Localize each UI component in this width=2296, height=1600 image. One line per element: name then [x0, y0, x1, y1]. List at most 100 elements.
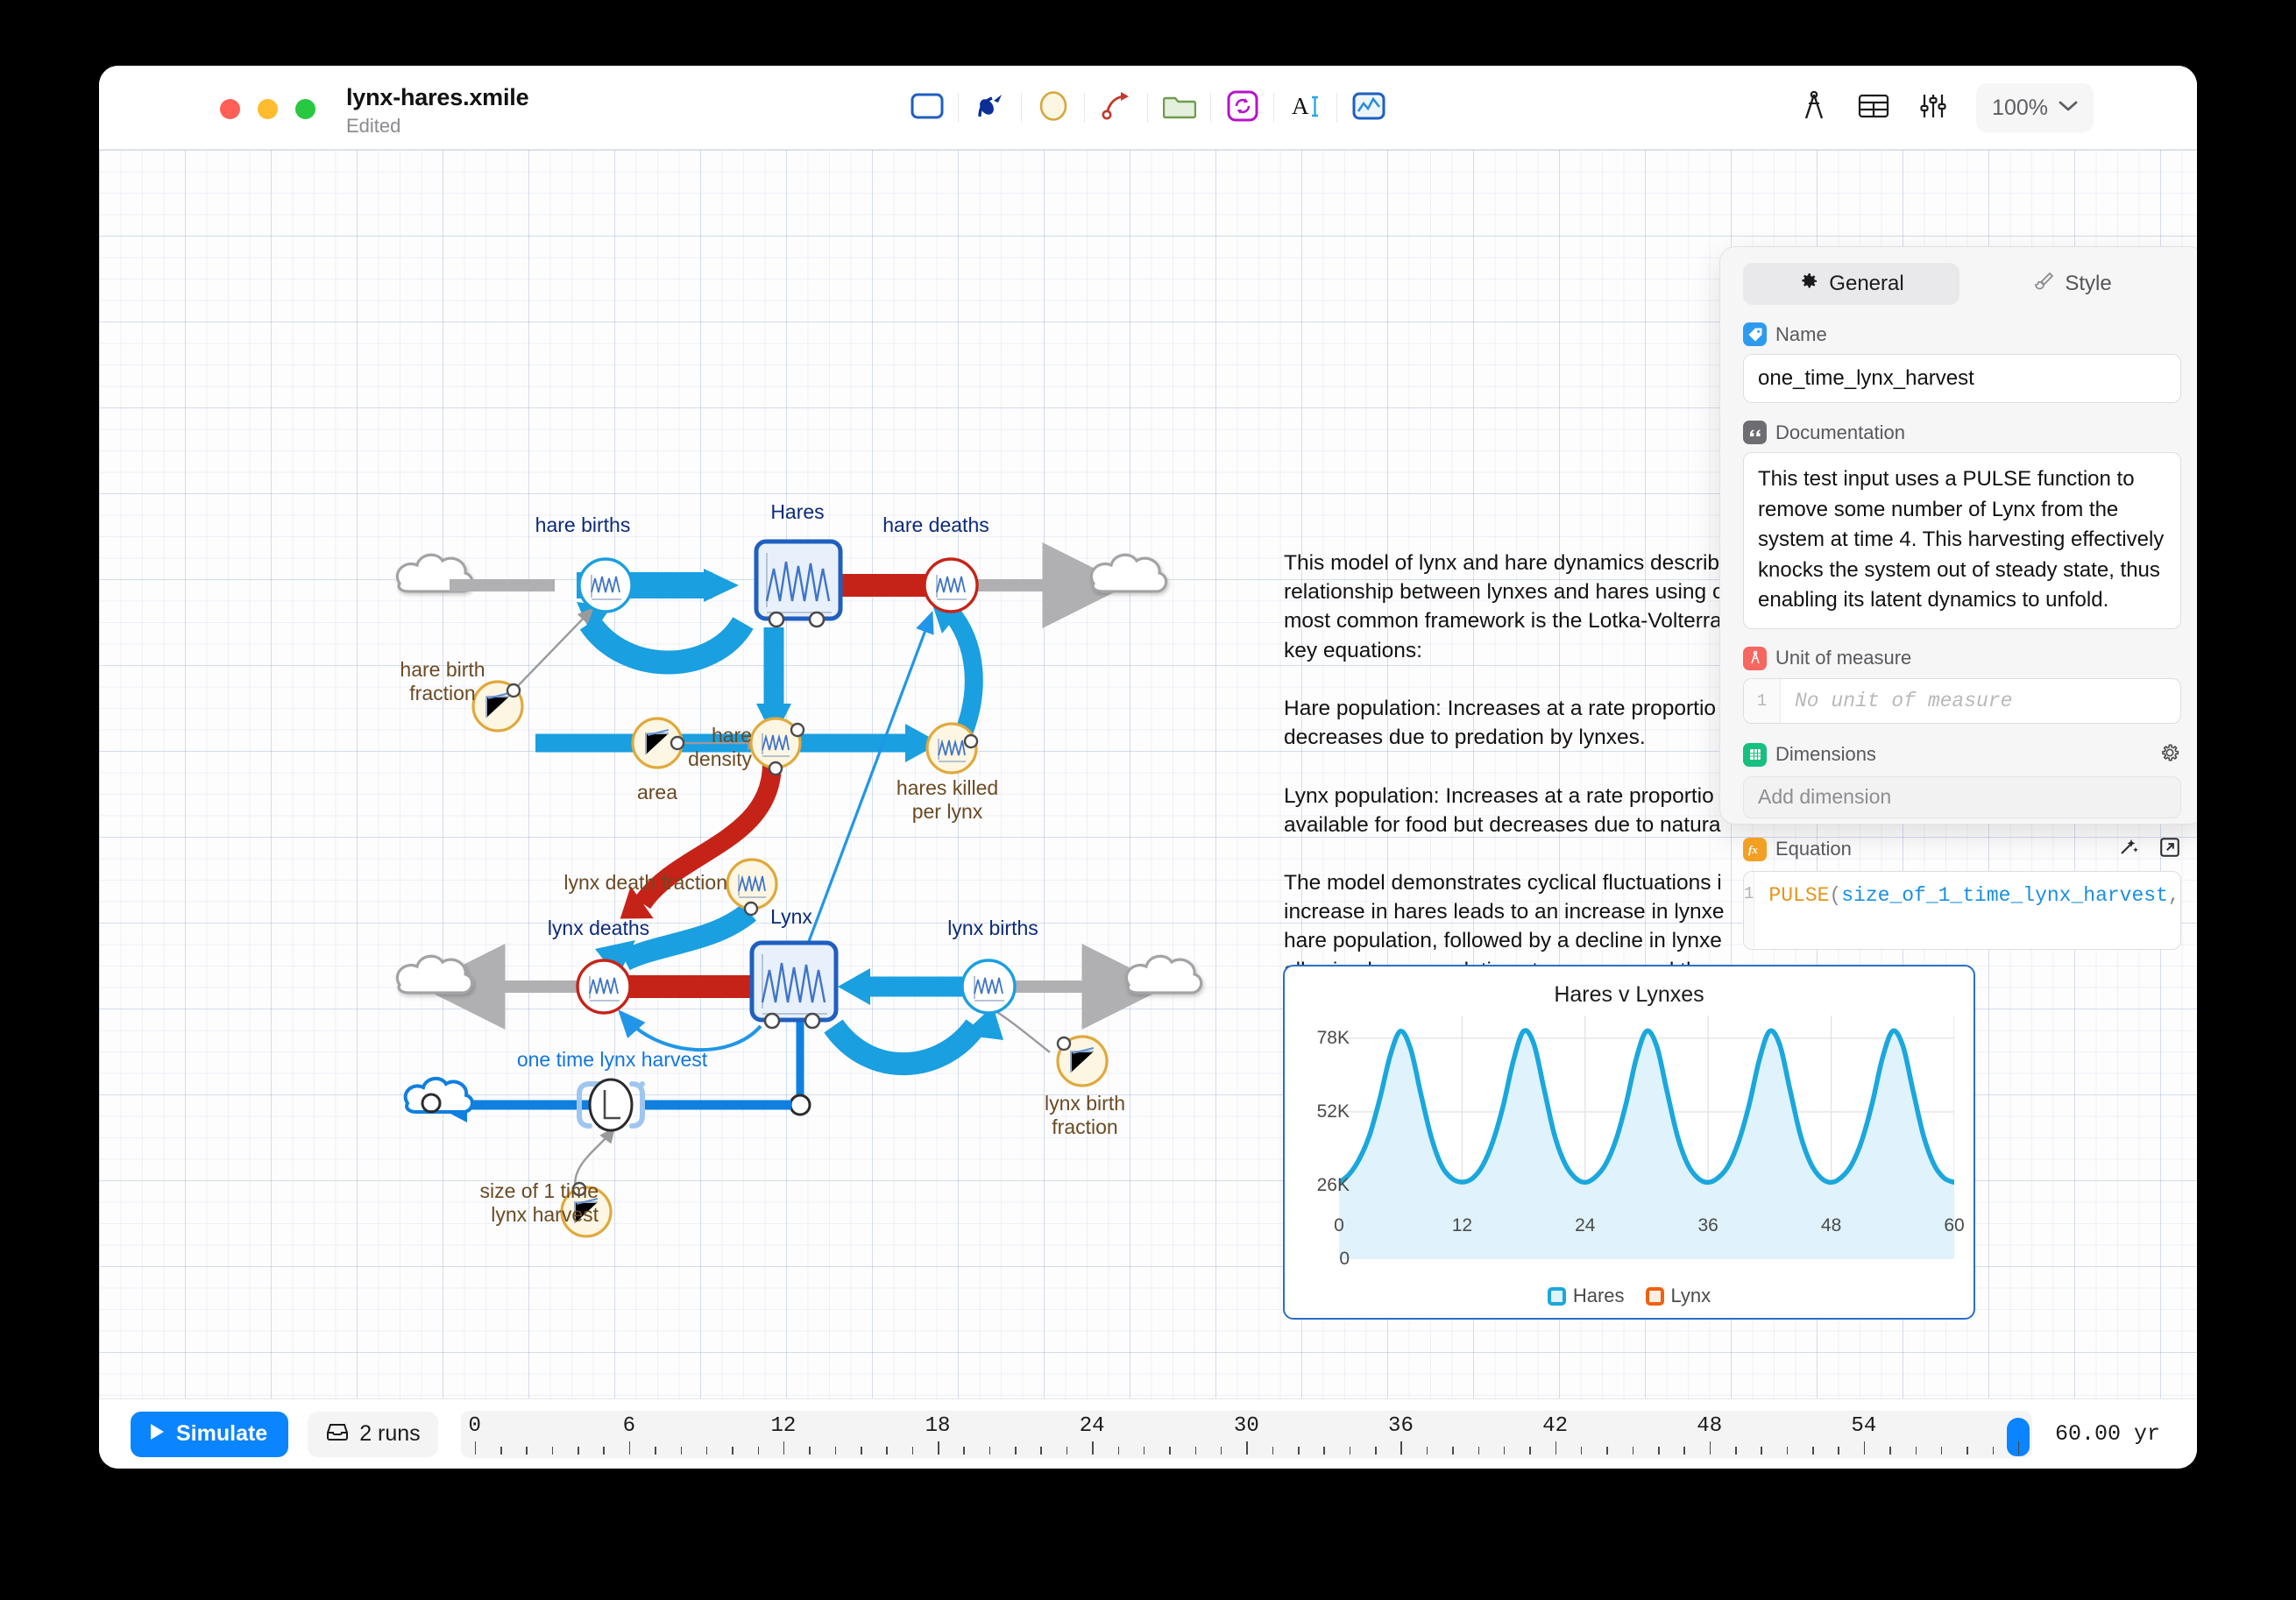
expand-equation-icon[interactable]	[2158, 836, 2181, 863]
slider-tick	[655, 1446, 656, 1455]
chart-y-tick-label: 0	[1339, 1249, 1350, 1269]
dimensions-field-label: Dimensions	[1775, 743, 1876, 766]
chart-x-tick-label: 48	[1820, 1215, 1842, 1235]
chart-legend-item[interactable]: Lynx	[1645, 1285, 1711, 1307]
slider-tick	[1735, 1446, 1737, 1455]
zoom-control[interactable]: 100%	[1976, 83, 2094, 132]
documentation-textarea[interactable]: This test input uses a PULSE function to…	[1743, 452, 2181, 629]
slider-tick	[551, 1446, 554, 1455]
slider-tick	[500, 1446, 502, 1455]
chart-legend-swatch	[1547, 1286, 1566, 1306]
slider-tick	[474, 1441, 477, 1455]
dimensions-settings-icon[interactable]	[2158, 741, 2181, 768]
slider-tick	[1298, 1446, 1300, 1455]
document-title: lynx-hares.xmile	[346, 84, 529, 110]
equation-field-label: Equation	[1775, 838, 1852, 860]
maximize-button[interactable]	[295, 99, 315, 119]
chart-title: Hares v Lynxes	[1554, 982, 1704, 1007]
slider-tick	[1400, 1441, 1402, 1455]
slider-tick	[1220, 1446, 1222, 1455]
slider-tick	[680, 1446, 683, 1455]
slider-tick	[834, 1446, 837, 1455]
name-field-label: Name	[1775, 322, 1827, 345]
lynx-birth-fraction-node	[1056, 1035, 1109, 1087]
quote-icon	[1743, 421, 1767, 444]
slider-tick-label: 42	[1542, 1413, 1568, 1438]
equation-code[interactable]: PULSE(size_of_1_time_lynx_harvest, 4, 1e…	[1754, 872, 2180, 949]
slider-tick-label: 6	[622, 1413, 636, 1438]
center-toolbar: A	[896, 66, 1400, 150]
variable-icon	[1038, 90, 1068, 126]
slider-tick	[1015, 1446, 1017, 1455]
chart-x-tick-label: 24	[1575, 1215, 1596, 1235]
chart-x-tick-label: 36	[1697, 1215, 1718, 1235]
stock-icon	[911, 93, 944, 124]
slider-tick	[1272, 1446, 1274, 1455]
loop-icon	[1227, 90, 1258, 126]
slider-tick	[705, 1446, 708, 1455]
unit-line-number: 1	[1744, 678, 1781, 723]
magic-wand-icon[interactable]	[2116, 836, 2139, 863]
chart-x-tick-label: 12	[1451, 1215, 1473, 1235]
slider-tick	[1606, 1446, 1608, 1455]
slider-tick	[1966, 1446, 1968, 1455]
right-toolbar: 100%	[1787, 66, 2094, 150]
units-tool-button[interactable]	[1787, 82, 1841, 133]
tab-style[interactable]: Style	[1965, 263, 2181, 305]
stock-tool-button[interactable]	[896, 81, 959, 135]
slider-tick	[861, 1446, 862, 1455]
tab-style-label: Style	[2065, 272, 2112, 295]
chart-legend-item[interactable]: Hares	[1547, 1285, 1625, 1307]
flow-tool-button[interactable]	[958, 81, 1022, 135]
chart-y-tick-label: 26K	[1316, 1174, 1350, 1195]
unit-input[interactable]: 1 No unit of measure	[1743, 677, 2181, 724]
minimize-button[interactable]	[258, 99, 278, 119]
slider-tick-label: 12	[770, 1413, 797, 1438]
simulate-button[interactable]: Simulate	[131, 1411, 289, 1457]
equation-token: ,	[2167, 883, 2180, 907]
loop-tool-button[interactable]	[1210, 81, 1274, 135]
slider-tick-label: 36	[1388, 1413, 1414, 1438]
slider-tick	[1323, 1446, 1325, 1455]
add-dimension-input[interactable]: Add dimension	[1743, 775, 2181, 818]
slider-tick	[578, 1446, 579, 1455]
brush-icon	[2034, 271, 2055, 298]
folder-icon	[1162, 92, 1197, 124]
slider-tick	[1143, 1446, 1145, 1455]
time-readout: 60.00 yr	[2054, 1421, 2160, 1447]
slider-tick	[1683, 1446, 1685, 1455]
hare-density-valve	[749, 717, 805, 776]
model-canvas[interactable]: hare births Hares hare deaths hare birth…	[99, 150, 2197, 1398]
name-input[interactable]: one_time_lynx_harvest	[1743, 354, 2181, 403]
slider-tick	[1812, 1446, 1814, 1455]
lynx-births-valve	[960, 959, 1017, 1015]
slider-tick	[1632, 1446, 1634, 1455]
time-slider[interactable]: 0 6 12 18 24 30 36 42 48 54	[460, 1410, 2032, 1458]
close-button[interactable]	[220, 99, 240, 119]
text-tool-button[interactable]: A	[1273, 81, 1337, 135]
runs-chip[interactable]: 2 runs	[308, 1411, 438, 1457]
settings-tool-button[interactable]	[1906, 82, 1960, 133]
table-tool-button[interactable]	[1846, 82, 1901, 133]
slider-tick	[938, 1441, 939, 1455]
graph-tool-button[interactable]	[1336, 81, 1400, 135]
window-controls	[220, 99, 315, 119]
tab-general[interactable]: General	[1743, 263, 1959, 305]
slider-tick-label: 48	[1697, 1413, 1723, 1438]
equation-editor[interactable]: 1 PULSE(size_of_1_time_lynx_harvest, 4, …	[1743, 870, 2181, 950]
chart-card[interactable]: Hares v Lynxes 0 26K 52K 78K 0 12 24 36 48 60 Har…	[1283, 965, 1975, 1320]
slider-tick	[1066, 1446, 1068, 1455]
inspector-panel[interactable]: General Style Name one_time_lynx_harvest	[1719, 246, 2197, 950]
slider-tick	[732, 1446, 733, 1455]
slider-tick	[1194, 1446, 1197, 1455]
link-tool-button[interactable]	[1084, 81, 1148, 135]
fx-icon: fx	[1743, 837, 1767, 861]
chart-x-tick-label: 0	[1334, 1215, 1344, 1235]
module-tool-button[interactable]	[1147, 81, 1211, 135]
runs-label: 2 runs	[359, 1421, 421, 1446]
grid-icon	[1743, 742, 1767, 767]
model-description-text: This model of lynx and hare dynamics des…	[1284, 551, 1726, 982]
document-status: Edited	[346, 115, 401, 137]
variable-tool-button[interactable]	[1021, 81, 1085, 135]
one-time-lynx-harvest-valve	[577, 1078, 645, 1132]
